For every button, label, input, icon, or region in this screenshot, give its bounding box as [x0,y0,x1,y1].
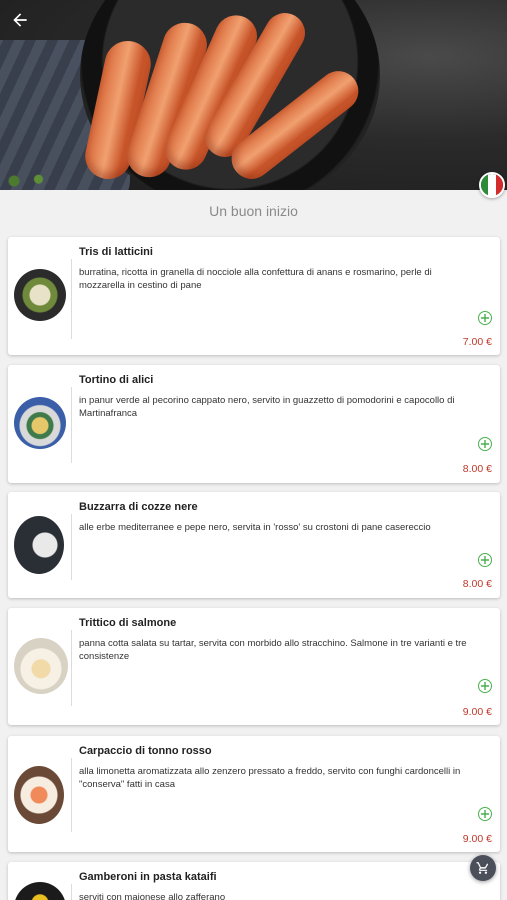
dish-price: 8.00 € [462,463,492,475]
dish-image [14,638,68,694]
dish-card[interactable]: Carpaccio di tonno rosso alla limonetta … [8,736,500,852]
dish-price: 9.00 € [462,833,492,845]
italy-flag-icon[interactable] [479,172,505,198]
cart-button[interactable] [470,855,496,881]
dish-image [14,882,66,900]
add-button[interactable] [478,807,492,821]
dish-name: Buzzarra di cozze nere [79,501,198,513]
dish-name: Trittico di salmone [79,617,177,629]
add-button[interactable] [478,679,492,693]
arrow-left-icon [13,13,27,27]
header-image [0,0,507,190]
shopping-cart-icon [476,862,489,874]
dish-description: panna cotta salata su tartar, servita co… [79,638,467,662]
dish-price: 8.00 € [462,578,492,590]
dish-card[interactable]: Tris di latticini burratina, ricotta in … [8,237,500,355]
plus-circle-icon [481,682,489,690]
dish-name: Tris di latticini [79,246,153,258]
dish-image [14,516,64,574]
plus-circle-icon [481,810,489,818]
dish-description: burratina, ricotta in granella di noccio… [79,267,432,291]
dish-description: alle erbe mediterranee e pepe nero, serv… [79,522,431,533]
section-title: Un buon inizio [209,203,298,219]
dish-image [14,766,64,824]
dish-price: 7.00 € [462,336,492,348]
dish-name: Carpaccio di tonno rosso [79,745,212,757]
dish-description: alla limonetta aromatizzata allo zenzero… [79,766,461,790]
add-button[interactable] [478,553,492,567]
dish-name: Gamberoni in pasta kataifi [79,871,217,883]
dish-description: serviti con maionese allo zafferano [79,892,226,900]
dish-card[interactable]: Buzzarra di cozze nere alle erbe mediter… [8,492,500,598]
dish-image [14,269,66,321]
add-button[interactable] [478,311,492,325]
add-button[interactable] [478,437,492,451]
dish-card[interactable]: Gamberoni in pasta kataifi serviti con m… [8,862,500,900]
dish-price: 9.00 € [462,706,492,718]
dish-card[interactable]: Tortino di alici in panur verde al pecor… [8,365,500,483]
plus-circle-icon [481,440,489,448]
dish-card[interactable]: Trittico di salmone panna cotta salata s… [8,608,500,725]
dish-image [14,397,66,449]
plus-circle-icon [481,556,489,564]
plus-circle-icon [481,314,489,322]
dish-description: in panur verde al pecorino cappato nero,… [79,395,455,419]
dish-name: Tortino di alici [79,374,154,386]
back-button[interactable] [6,6,34,34]
